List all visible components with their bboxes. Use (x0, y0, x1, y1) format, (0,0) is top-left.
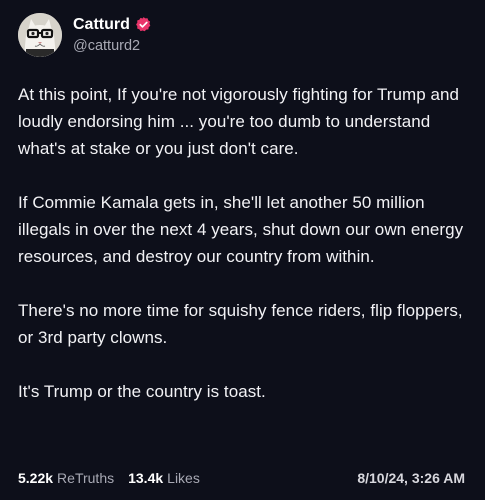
post-paragraph: There's no more time for squishy fence r… (18, 301, 463, 347)
retruths-stat[interactable]: 5.22k ReTruths (18, 470, 114, 486)
post-body: At this point, If you're not vigorously … (18, 81, 470, 405)
post-card: Catturd @catturd2 At this point, If you'… (0, 0, 485, 500)
retruths-count: 5.22k (18, 470, 54, 486)
post-footer: 5.22k ReTruths 13.4k Likes 8/10/24, 3:26 A… (18, 467, 465, 489)
likes-count: 13.4k (128, 470, 164, 486)
verified-badge-icon (135, 16, 152, 33)
user-handle[interactable]: @catturd2 (73, 36, 152, 56)
post-paragraph: If Commie Kamala gets in, she'll let ano… (18, 193, 464, 266)
post-paragraph: It's Trump or the country is toast. (18, 382, 266, 401)
cat-avatar-icon (18, 13, 62, 57)
user-names: Catturd @catturd2 (73, 15, 152, 56)
likes-stat[interactable]: 13.4k Likes (128, 470, 200, 486)
retruths-label: ReTruths (57, 470, 115, 486)
display-name[interactable]: Catturd (73, 15, 130, 34)
post-paragraph: At this point, If you're not vigorously … (18, 85, 460, 158)
post-header: Catturd @catturd2 (18, 10, 467, 60)
name-row: Catturd (73, 15, 152, 34)
likes-label: Likes (167, 470, 200, 486)
post-timestamp[interactable]: 8/10/24, 3:26 AM (357, 470, 465, 486)
avatar[interactable] (18, 13, 62, 57)
